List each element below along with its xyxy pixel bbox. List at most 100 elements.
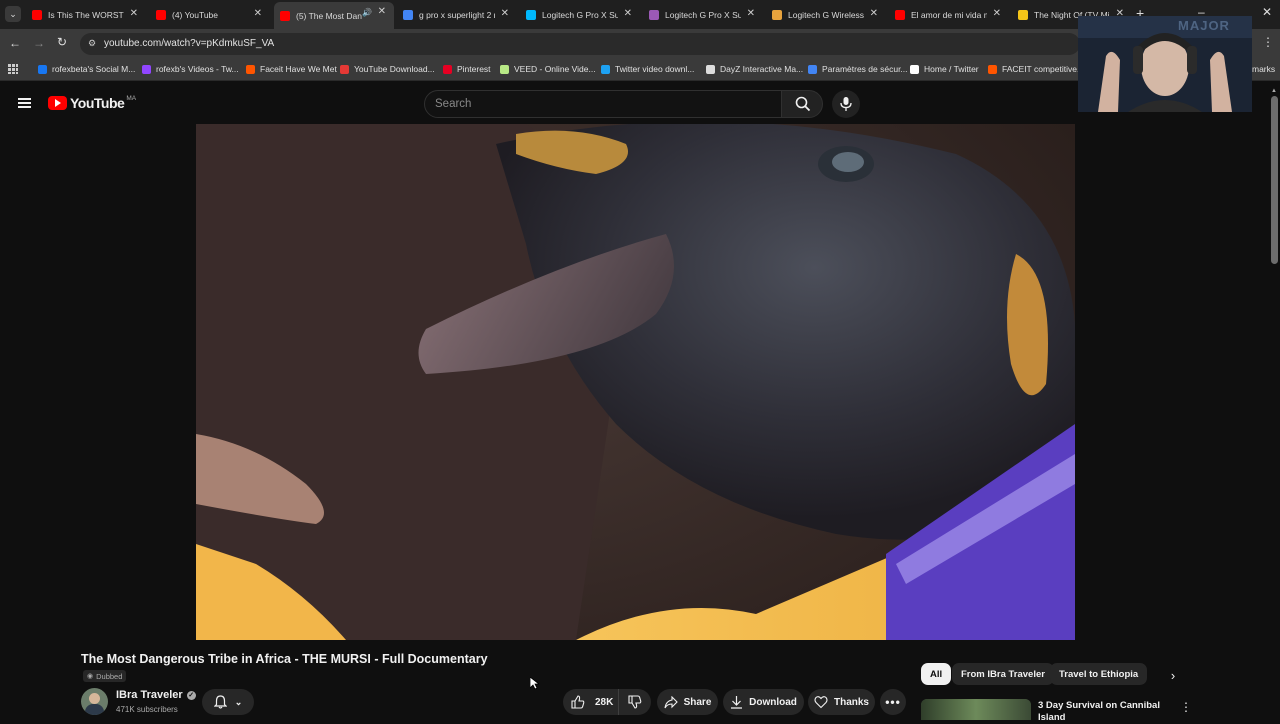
- recommended-video-thumbnail[interactable]: [921, 699, 1031, 720]
- share-icon: [664, 695, 678, 708]
- share-button[interactable]: Share: [657, 689, 718, 715]
- download-icon: [731, 696, 743, 709]
- address-bar[interactable]: ⚙ youtube.com/watch?v=pKdmkuSF_VA: [80, 33, 1080, 55]
- all-bookmarks-link[interactable]: marks: [1252, 64, 1275, 74]
- region-code: MA: [126, 95, 137, 102]
- tab-0[interactable]: Is This The WORST M ✕: [26, 4, 146, 26]
- search-input[interactable]: Search: [424, 90, 782, 118]
- tab-7[interactable]: El amor de mi vida m ✕: [889, 4, 1009, 26]
- download-button[interactable]: Download: [723, 689, 804, 715]
- menu-dots-icon[interactable]: ⋮: [1262, 35, 1274, 49]
- tab-close-icon[interactable]: ✕: [254, 8, 262, 19]
- thumbs-up-icon: [571, 695, 585, 709]
- bookmark-label: DayZ Interactive Ma...: [720, 64, 804, 74]
- chevron-down-icon: ⌄: [9, 9, 17, 19]
- thanks-heart-icon: [814, 696, 828, 709]
- reload-button[interactable]: ↻: [57, 35, 67, 49]
- bookmark-label: YouTube Download...: [354, 64, 435, 74]
- apps-grid-icon[interactable]: [8, 64, 18, 74]
- video-title: The Most Dangerous Tribe in Africa - THE…: [81, 652, 488, 666]
- tab-1[interactable]: (4) YouTube ✕: [150, 4, 270, 26]
- tab-4[interactable]: Logitech G Pro X Sup ✕: [520, 4, 640, 26]
- dubbed-icon: ◉: [87, 673, 94, 680]
- tab-title: (5) The Most Dan: [296, 10, 362, 21]
- tab-6[interactable]: Logitech G Wireless G ✕: [766, 4, 886, 26]
- chips-next-button[interactable]: ›: [1160, 663, 1186, 687]
- bookmark-favicon-icon: [500, 64, 509, 74]
- google-icon: [403, 10, 413, 20]
- bookmark-item[interactable]: Faceit Have We Met: [246, 64, 337, 74]
- bookmark-label: VEED - Online Vide...: [514, 64, 596, 74]
- page-scrollbar[interactable]: [1271, 96, 1278, 264]
- video-player[interactable]: [196, 124, 1075, 640]
- bookmark-label: rofexbeta's Social M...: [52, 64, 136, 74]
- bookmark-item[interactable]: Home / Twitter: [910, 64, 979, 74]
- bookmark-item[interactable]: Paramètres de sécur...: [808, 64, 908, 74]
- bookmark-item[interactable]: VEED - Online Vide...: [500, 64, 596, 74]
- chip-from-channel[interactable]: From IBra Traveler: [952, 663, 1054, 685]
- tab-close-icon[interactable]: ✕: [747, 8, 755, 19]
- url-text: youtube.com/watch?v=pKdmkuSF_VA: [104, 38, 275, 49]
- thanks-button[interactable]: Thanks: [808, 689, 875, 715]
- subscriber-count: 471K subscribers: [116, 705, 178, 714]
- youtube-icon: [895, 10, 905, 20]
- tab-close-icon[interactable]: ✕: [378, 6, 386, 17]
- tab-close-icon[interactable]: ✕: [130, 8, 138, 19]
- tab-close-icon[interactable]: ✕: [501, 8, 509, 19]
- store-icon: [772, 10, 782, 20]
- recommended-video-title[interactable]: 3 Day Survival on Cannibal Island: [1038, 700, 1160, 724]
- like-count: 28K: [595, 696, 614, 708]
- youtube-icon: [32, 10, 42, 20]
- tab-2[interactable]: (5) The Most Dan 🔊 ✕: [274, 2, 394, 29]
- site-info-icon[interactable]: ⚙: [88, 38, 96, 49]
- bookmark-item[interactable]: YouTube Download...: [340, 64, 435, 74]
- bookmark-item[interactable]: Twitter video downl...: [601, 64, 694, 74]
- more-actions-button[interactable]: •••: [880, 689, 906, 715]
- youtube-icon: [156, 10, 166, 20]
- bookmark-label: FACEIT competitive...: [1002, 64, 1085, 74]
- like-button[interactable]: 28K: [563, 689, 619, 715]
- tab-close-icon[interactable]: ✕: [624, 8, 632, 19]
- imdb-icon: [1018, 10, 1028, 20]
- bookmark-label: Paramètres de sécur...: [822, 64, 908, 74]
- tab-title: Logitech G Pro X Sup: [665, 10, 741, 20]
- chip-all[interactable]: All: [921, 663, 952, 685]
- channel-name[interactable]: IBra Traveler ✓: [116, 689, 196, 701]
- chevron-down-icon: ⌄: [234, 696, 243, 707]
- hamburger-menu-icon[interactable]: [18, 98, 31, 108]
- tab-close-icon[interactable]: ✕: [870, 8, 878, 19]
- close-window-button[interactable]: ✕: [1262, 5, 1272, 19]
- voice-search-button[interactable]: [832, 90, 860, 118]
- bookmark-item[interactable]: rofexb's Videos - Tw...: [142, 64, 239, 74]
- bookmark-label: Home / Twitter: [924, 64, 979, 74]
- bookmark-favicon-icon: [38, 64, 47, 74]
- tab-title: Logitech G Wireless G: [788, 10, 864, 20]
- bookmark-label: Twitter video downl...: [615, 64, 695, 74]
- tab-3[interactable]: g pro x superlight 2 n ✕: [397, 4, 517, 26]
- scroll-up-arrow-icon[interactable]: ▲: [1271, 88, 1277, 94]
- dislike-button[interactable]: [619, 689, 651, 715]
- youtube-logo-text: YouTube: [70, 95, 125, 111]
- bookmark-item[interactable]: rofexbeta's Social M...: [38, 64, 135, 74]
- recommended-more-icon[interactable]: ⋮: [1180, 700, 1192, 714]
- bell-icon: [213, 695, 227, 709]
- notifications-button[interactable]: ⌄: [202, 689, 254, 715]
- back-button[interactable]: ←: [9, 36, 21, 50]
- bookmark-favicon-icon: [808, 64, 817, 74]
- tab-search-button[interactable]: ⌄: [5, 6, 21, 22]
- bookmark-label: Pinterest: [457, 64, 491, 74]
- thumbs-down-icon: [628, 695, 642, 709]
- tab-5[interactable]: Logitech G Pro X Sup ✕: [643, 4, 763, 26]
- video-frame: [196, 124, 1075, 640]
- tab-title: El amor de mi vida m: [911, 10, 987, 20]
- youtube-logo[interactable]: YouTube MA: [48, 95, 136, 111]
- chip-travel-ethiopia[interactable]: Travel to Ethiopia: [1050, 663, 1148, 685]
- bookmark-item[interactable]: DayZ Interactive Ma...: [706, 64, 803, 74]
- bookmark-item[interactable]: FACEIT competitive...: [988, 64, 1084, 74]
- tab-close-icon[interactable]: ✕: [993, 8, 1001, 19]
- speaker-icon[interactable]: 🔊: [362, 8, 372, 17]
- search-button[interactable]: [781, 90, 823, 118]
- bookmark-item[interactable]: Pinterest: [443, 64, 491, 74]
- channel-avatar[interactable]: [81, 688, 108, 715]
- forward-button[interactable]: →: [33, 36, 45, 50]
